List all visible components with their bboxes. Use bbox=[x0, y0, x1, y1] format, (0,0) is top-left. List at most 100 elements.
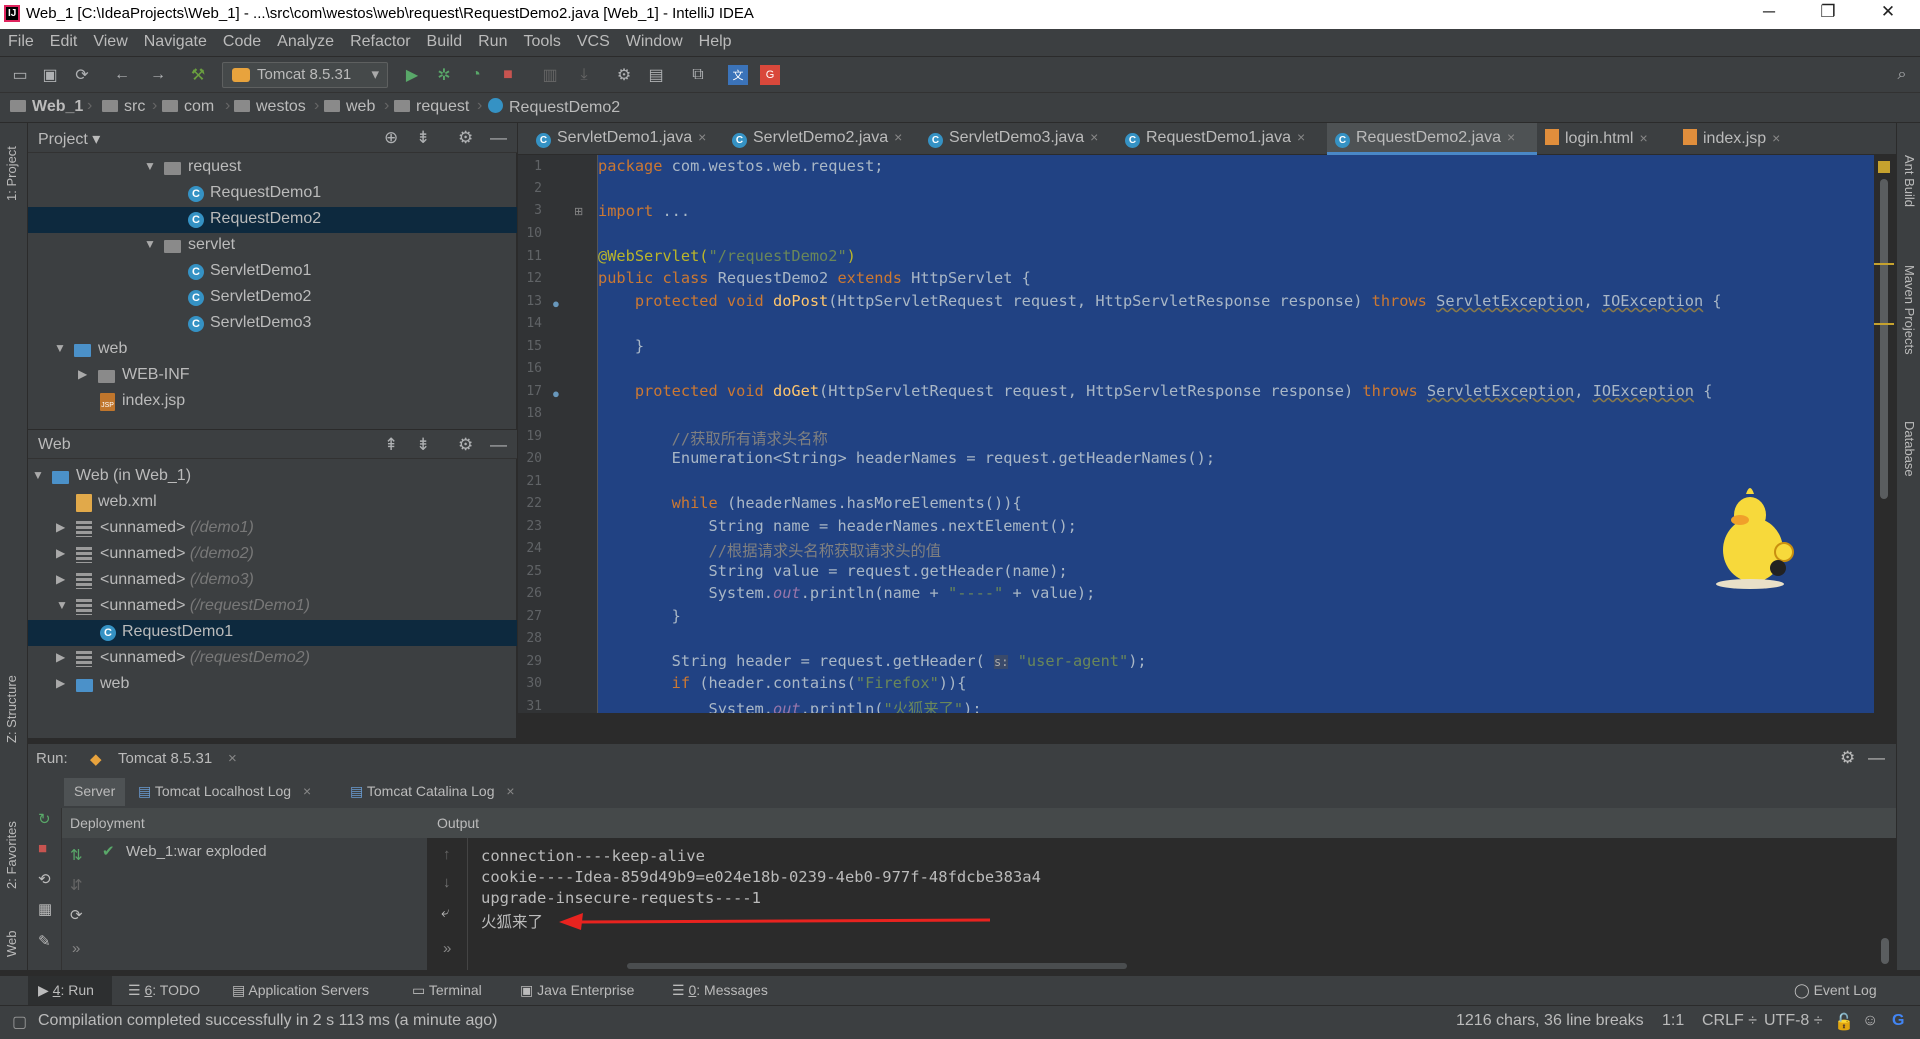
web-tree-root[interactable]: ▼ Web (in Web_1) bbox=[28, 464, 517, 490]
menu-refactor[interactable]: Refactor bbox=[342, 29, 418, 51]
collapse-all-icon[interactable]: ⇟ bbox=[416, 435, 430, 455]
inspector-icon[interactable]: ☺ bbox=[1862, 1012, 1878, 1030]
more-icon[interactable]: » bbox=[443, 940, 451, 957]
menu-help[interactable]: Help bbox=[691, 29, 740, 51]
tree-item-web-inf[interactable]: ▶ WEB-INF bbox=[28, 363, 517, 389]
warning-marker[interactable] bbox=[1874, 263, 1894, 265]
lock-icon[interactable]: 🔓 bbox=[1834, 1012, 1854, 1032]
back-icon[interactable]: ← bbox=[112, 65, 132, 85]
tree-item-request[interactable]: ▼ request bbox=[28, 155, 517, 181]
web-tree-servlet-demo1[interactable]: ▶ <unnamed> (/demo1) bbox=[28, 516, 517, 542]
pin-icon[interactable]: ✎ bbox=[38, 932, 51, 950]
project-panel-title[interactable]: Project ▾ bbox=[38, 129, 100, 149]
editor-scrollbar[interactable] bbox=[1874, 155, 1896, 713]
close-tab-icon[interactable]: × bbox=[894, 129, 902, 145]
coverage-icon[interactable]: ◔ bbox=[466, 65, 486, 85]
breadcrumb-item-westos[interactable]: westos bbox=[234, 98, 306, 116]
gear-icon[interactable]: ⚙ bbox=[1840, 748, 1855, 768]
project-structure-icon[interactable]: ▤ bbox=[646, 65, 666, 85]
hide-panel-icon[interactable]: — bbox=[490, 435, 507, 455]
output-scrollbar[interactable] bbox=[1881, 938, 1889, 964]
minimize-icon[interactable]: ─ bbox=[1749, 2, 1789, 22]
breadcrumb-item-com[interactable]: com bbox=[162, 98, 214, 116]
tree-item-requestdemo1[interactable]: C RequestDemo1 bbox=[28, 181, 517, 207]
scroll-down-icon[interactable]: ↓ bbox=[443, 874, 451, 891]
tab-index-jsp[interactable]: index.jsp × bbox=[1675, 123, 1801, 155]
save-icon[interactable]: ▣ bbox=[40, 65, 60, 85]
tool-tab-favorites[interactable]: 2: Favorites bbox=[4, 821, 19, 889]
gear-icon[interactable]: ⚙ bbox=[458, 435, 473, 455]
breadcrumb-item-class[interactable]: RequestDemo2 bbox=[488, 98, 620, 117]
tree-item-servlet[interactable]: ▼ servlet bbox=[28, 233, 517, 259]
expand-all-icon[interactable]: ⇞ bbox=[384, 435, 398, 455]
tree-item-index-jsp[interactable]: JSP index.jsp bbox=[28, 389, 517, 415]
debug-icon[interactable]: ✲ bbox=[434, 65, 454, 85]
menu-run[interactable]: Run bbox=[470, 29, 515, 51]
close-tab-icon[interactable]: × bbox=[1772, 130, 1780, 146]
build-hammer-icon[interactable]: ⚒ bbox=[188, 65, 208, 85]
google-icon[interactable]: G bbox=[1892, 1012, 1904, 1030]
restart-icon[interactable]: ⟲ bbox=[38, 870, 51, 888]
file-encoding[interactable]: UTF-8 ÷ bbox=[1764, 1012, 1823, 1030]
tool-tab-terminal[interactable]: ▭ Terminal bbox=[412, 982, 482, 999]
close-tab-icon[interactable]: × bbox=[1639, 130, 1647, 146]
sdk-icon[interactable]: ⧉ bbox=[688, 65, 708, 85]
menu-navigate[interactable]: Navigate bbox=[136, 29, 215, 51]
tool-tab-web[interactable]: Web bbox=[4, 931, 19, 958]
attach-icon[interactable]: ▥ bbox=[540, 65, 560, 85]
menu-view[interactable]: View bbox=[85, 29, 135, 51]
web-tree-servlet-demo2[interactable]: ▶ <unnamed> (/demo2) bbox=[28, 542, 517, 568]
more-icon[interactable]: » bbox=[72, 940, 80, 957]
layout-icon[interactable]: ▦ bbox=[38, 900, 52, 918]
close-tab-icon[interactable]: × bbox=[228, 750, 237, 767]
run-config-tab[interactable]: Tomcat 8.5.31 bbox=[118, 750, 212, 767]
menu-window[interactable]: Window bbox=[618, 29, 691, 51]
fold-icon[interactable]: ⊞ bbox=[574, 205, 583, 218]
tab-requestdemo1[interactable]: C RequestDemo1.java × bbox=[1117, 123, 1327, 155]
menu-code[interactable]: Code bbox=[215, 29, 269, 51]
close-tab-icon[interactable]: × bbox=[1297, 129, 1305, 145]
tab-catalina-log[interactable]: ▤ Tomcat Catalina Log × bbox=[340, 778, 525, 806]
event-log-button[interactable]: ◯ Event Log bbox=[1794, 982, 1877, 999]
sync-icon[interactable]: ⟳ bbox=[72, 65, 92, 85]
close-tab-icon[interactable]: × bbox=[1507, 129, 1515, 145]
refresh-icon[interactable]: ⟳ bbox=[70, 906, 83, 924]
breadcrumb-item-src[interactable]: src bbox=[102, 98, 145, 116]
tool-tab-java-enterprise[interactable]: ▣ Java Enterprise bbox=[520, 982, 634, 999]
menu-edit[interactable]: Edit bbox=[42, 29, 86, 51]
menu-analyze[interactable]: Analyze bbox=[269, 29, 342, 51]
web-tree-servlet-demo3[interactable]: ▶ <unnamed> (/demo3) bbox=[28, 568, 517, 594]
tree-item-web[interactable]: ▼ web bbox=[28, 337, 517, 363]
deployment-item[interactable]: Web_1:war exploded bbox=[126, 843, 267, 860]
tab-servletdemo3[interactable]: C ServletDemo3.java × bbox=[920, 123, 1117, 155]
collapse-all-icon[interactable]: ⇟ bbox=[416, 128, 430, 148]
rerun-icon[interactable]: ↻ bbox=[38, 810, 51, 828]
locate-icon[interactable]: ⊕ bbox=[384, 128, 398, 148]
restore-icon[interactable]: ❐ bbox=[1808, 2, 1848, 22]
tab-servletdemo1[interactable]: C ServletDemo1.java × bbox=[528, 123, 724, 155]
search-icon[interactable]: ⌕ bbox=[1892, 65, 1912, 85]
override-marker-icon[interactable]: ● bbox=[552, 386, 560, 401]
tree-item-servletdemo3[interactable]: C ServletDemo3 bbox=[28, 311, 517, 337]
code-editor[interactable]: package com.westos.web.request; import .… bbox=[598, 155, 1874, 713]
tool-tab-project[interactable]: 1: Project bbox=[4, 146, 19, 201]
breadcrumb-item-request[interactable]: request bbox=[394, 98, 469, 116]
tool-tab-app-servers[interactable]: ▤ Application Servers bbox=[232, 982, 369, 999]
forward-icon[interactable]: → bbox=[148, 65, 168, 85]
download-icon[interactable]: ⤓ bbox=[574, 65, 594, 85]
tab-localhost-log[interactable]: ▤ Tomcat Localhost Log × bbox=[128, 778, 321, 806]
web-tree-web-xml[interactable]: web.xml bbox=[28, 490, 517, 516]
tab-servletdemo2[interactable]: C ServletDemo2.java × bbox=[724, 123, 920, 155]
menu-file[interactable]: File bbox=[0, 29, 42, 51]
undeploy-icon[interactable]: ⇵ bbox=[70, 876, 83, 894]
tool-tab-todo[interactable]: ☰ 6: TODO bbox=[128, 982, 200, 999]
inspection-status-icon[interactable] bbox=[1878, 161, 1890, 173]
scroll-up-icon[interactable]: ↑ bbox=[443, 846, 451, 863]
hide-panel-icon[interactable]: — bbox=[1868, 748, 1885, 768]
close-icon[interactable]: ✕ bbox=[1868, 2, 1908, 22]
gear-icon[interactable]: ⚙ bbox=[458, 128, 473, 148]
web-tree-servlet-requestdemo2[interactable]: ▶ <unnamed> (/requestDemo2) bbox=[28, 646, 517, 672]
tree-item-requestdemo2[interactable]: C RequestDemo2 bbox=[28, 207, 517, 233]
override-marker-icon[interactable]: ● bbox=[552, 296, 560, 311]
settings-wrench-icon[interactable]: ⚙ bbox=[614, 65, 634, 85]
